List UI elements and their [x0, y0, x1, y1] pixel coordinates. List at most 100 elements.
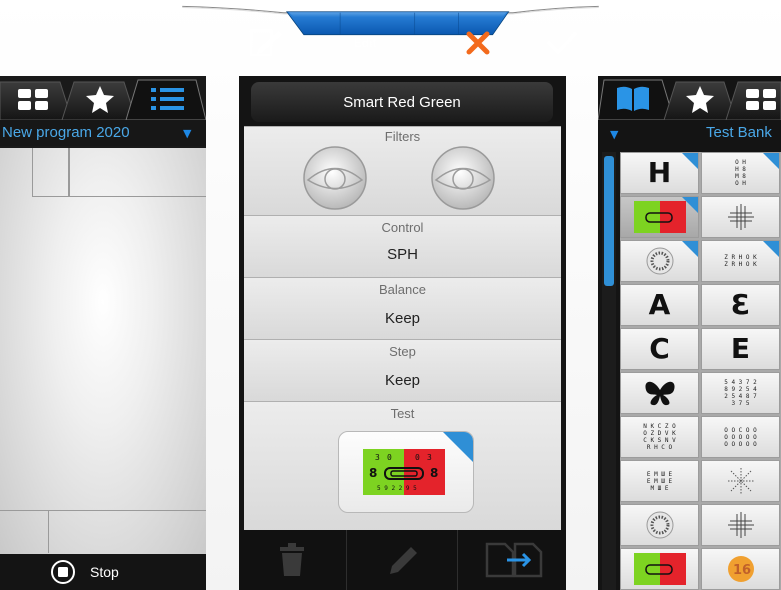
test-tile[interactable]: [701, 460, 780, 502]
test-bank-panel: ▼ Test Bank H O H H 8 M 8 O H Z R H O K Z …: [598, 76, 781, 590]
test-bank-selector[interactable]: ▼ Test Bank: [598, 120, 781, 148]
step-section[interactable]: Step Keep: [244, 339, 561, 401]
balance-section[interactable]: Balance Keep: [244, 277, 561, 339]
control-section[interactable]: Control SPH: [244, 215, 561, 277]
optotype-glyph: A: [648, 288, 671, 321]
stop-button[interactable]: Stop: [50, 558, 190, 586]
confirm-button[interactable]: [522, 22, 602, 64]
test-tile[interactable]: O H H 8 M 8 O H: [701, 152, 780, 194]
grid-icon: [18, 89, 48, 110]
test-tile[interactable]: [620, 196, 699, 238]
test-bank-grid: H O H H 8 M 8 O H Z R H O K Z R H O K A Ɛ C E 5…: [620, 152, 781, 590]
balance-value: Keep: [384, 310, 421, 327]
optotype-chart-text: N K C Z O O Z D V K C K S N V R H C O: [643, 423, 676, 451]
butterfly-icon: [644, 381, 675, 406]
red-green-chart-icon: [633, 553, 686, 585]
test-tile[interactable]: A: [620, 284, 699, 326]
optotype-chart-text: Z R H O K Z R H O K: [724, 254, 757, 268]
tile-corner-badge: [763, 153, 779, 169]
chart-row1-b: 0: [387, 453, 392, 462]
filter-left-eye[interactable]: [302, 145, 368, 211]
edit-label: Edit: [353, 36, 377, 50]
chart-row3: 5 9 2 2 9 5: [377, 485, 417, 492]
test-tile[interactable]: [620, 372, 699, 414]
optotype-glyph: C: [649, 332, 670, 365]
balance-header: Balance: [379, 282, 426, 297]
control-value: SPH: [387, 246, 418, 263]
tab-grid-view-right[interactable]: [744, 86, 781, 112]
selected-test-card[interactable]: 3 0 0 3 8 8 5 9 2 2 9 5: [338, 431, 474, 513]
test-tile[interactable]: 5 4 3 7 2 8 9 2 5 4 2 5 4 8 7 3 7 5: [701, 372, 780, 414]
optotype-chart-text: O O C O O O O O O O O O O O O: [724, 426, 757, 448]
chart-row1-a: 3: [375, 453, 380, 462]
delete-button[interactable]: [239, 530, 345, 590]
test-tile[interactable]: [701, 504, 780, 546]
test-tile[interactable]: [701, 196, 780, 238]
tile-corner-badge: [682, 241, 698, 257]
test-title: Smart Red Green: [251, 82, 553, 122]
scrollbar-thumb[interactable]: [604, 156, 614, 286]
tab-grid-view[interactable]: [16, 86, 50, 112]
pencil-icon: [390, 547, 417, 574]
chart-row2-a: 8: [369, 466, 377, 480]
dropdown-arrow-icon: ▼: [610, 128, 619, 141]
program-selector[interactable]: New program 2020 ▼: [0, 120, 206, 146]
stop-icon: [51, 560, 75, 584]
test-tile[interactable]: [620, 240, 699, 282]
star-icon: [86, 86, 114, 113]
step-value: Keep: [384, 372, 421, 389]
edit-test-button[interactable]: [346, 530, 457, 590]
copy-to-icon: [485, 542, 542, 578]
test-tile[interactable]: Ɛ: [701, 284, 780, 326]
test-tile[interactable]: H: [620, 152, 699, 194]
filter-right-eye[interactable]: [430, 145, 496, 211]
test-header: Test: [390, 406, 415, 421]
edit-button[interactable]: Edit: [300, 22, 430, 64]
trash-icon: [280, 543, 304, 576]
eye-icon: [303, 146, 367, 210]
chart-row1-c: 0: [415, 453, 420, 462]
test-tile[interactable]: [620, 548, 699, 590]
program-grid-cell: [48, 510, 206, 553]
optotype-chart-text: O H H 8 M 8 O H: [735, 159, 746, 187]
tab-favorites-right[interactable]: [684, 84, 716, 114]
tab-test-book[interactable]: [614, 84, 652, 114]
test-tile[interactable]: 16: [701, 548, 780, 590]
test-tile[interactable]: E: [701, 328, 780, 370]
filters-header: Filters: [384, 129, 421, 144]
svg-text:16: 16: [733, 563, 751, 578]
control-header: Control: [381, 220, 424, 235]
test-settings-panel: Smart Red Green Filters Control SPH Bala…: [239, 76, 566, 590]
copy-to-button[interactable]: [457, 530, 566, 590]
program-grid-cell: [0, 510, 49, 553]
list-icon: [151, 88, 184, 110]
edit-icon-button[interactable]: [236, 22, 296, 64]
test-card-corner: [443, 432, 473, 462]
test-tile[interactable]: O O C O O O O O O O O O O O O: [701, 416, 780, 458]
close-icon: [466, 31, 490, 55]
step-header: Step: [389, 344, 416, 359]
dropdown-arrow-icon: ▼: [183, 127, 192, 140]
tab-list-view[interactable]: [148, 84, 188, 114]
chart-row2-b: 8: [430, 466, 438, 480]
program-panel: New program 2020 ▼ Stop: [0, 76, 206, 590]
test-tile[interactable]: [620, 504, 699, 546]
cancel-button[interactable]: [440, 22, 516, 64]
star-icon: [686, 86, 714, 113]
test-actions-bar: [239, 530, 566, 590]
red-green-chart: 3 0 0 3 8 8 5 9 2 2 9 5: [363, 449, 445, 495]
optotype-glyph: H: [647, 156, 672, 189]
dot-pattern-icon: [646, 511, 673, 539]
optotype-chart-text: 5 4 3 7 2 8 9 2 5 4 2 5 4 8 7 3 7 5: [724, 379, 757, 407]
stop-label: Stop: [90, 564, 119, 580]
test-bank-title: Test Bank: [706, 124, 772, 141]
test-tile[interactable]: N K C Z O O Z D V K C K S N V R H C O: [620, 416, 699, 458]
cross-grid-icon: [727, 512, 754, 538]
dot-pattern-icon: [646, 247, 673, 275]
tab-favorites[interactable]: [84, 84, 116, 114]
test-tile[interactable]: Z R H O K Z R H O K: [701, 240, 780, 282]
tile-corner-badge: [682, 153, 698, 169]
test-tile[interactable]: E M Ш E E M Ш E M Ш E: [620, 460, 699, 502]
test-tile[interactable]: C: [620, 328, 699, 370]
program-workspace: [0, 148, 206, 554]
